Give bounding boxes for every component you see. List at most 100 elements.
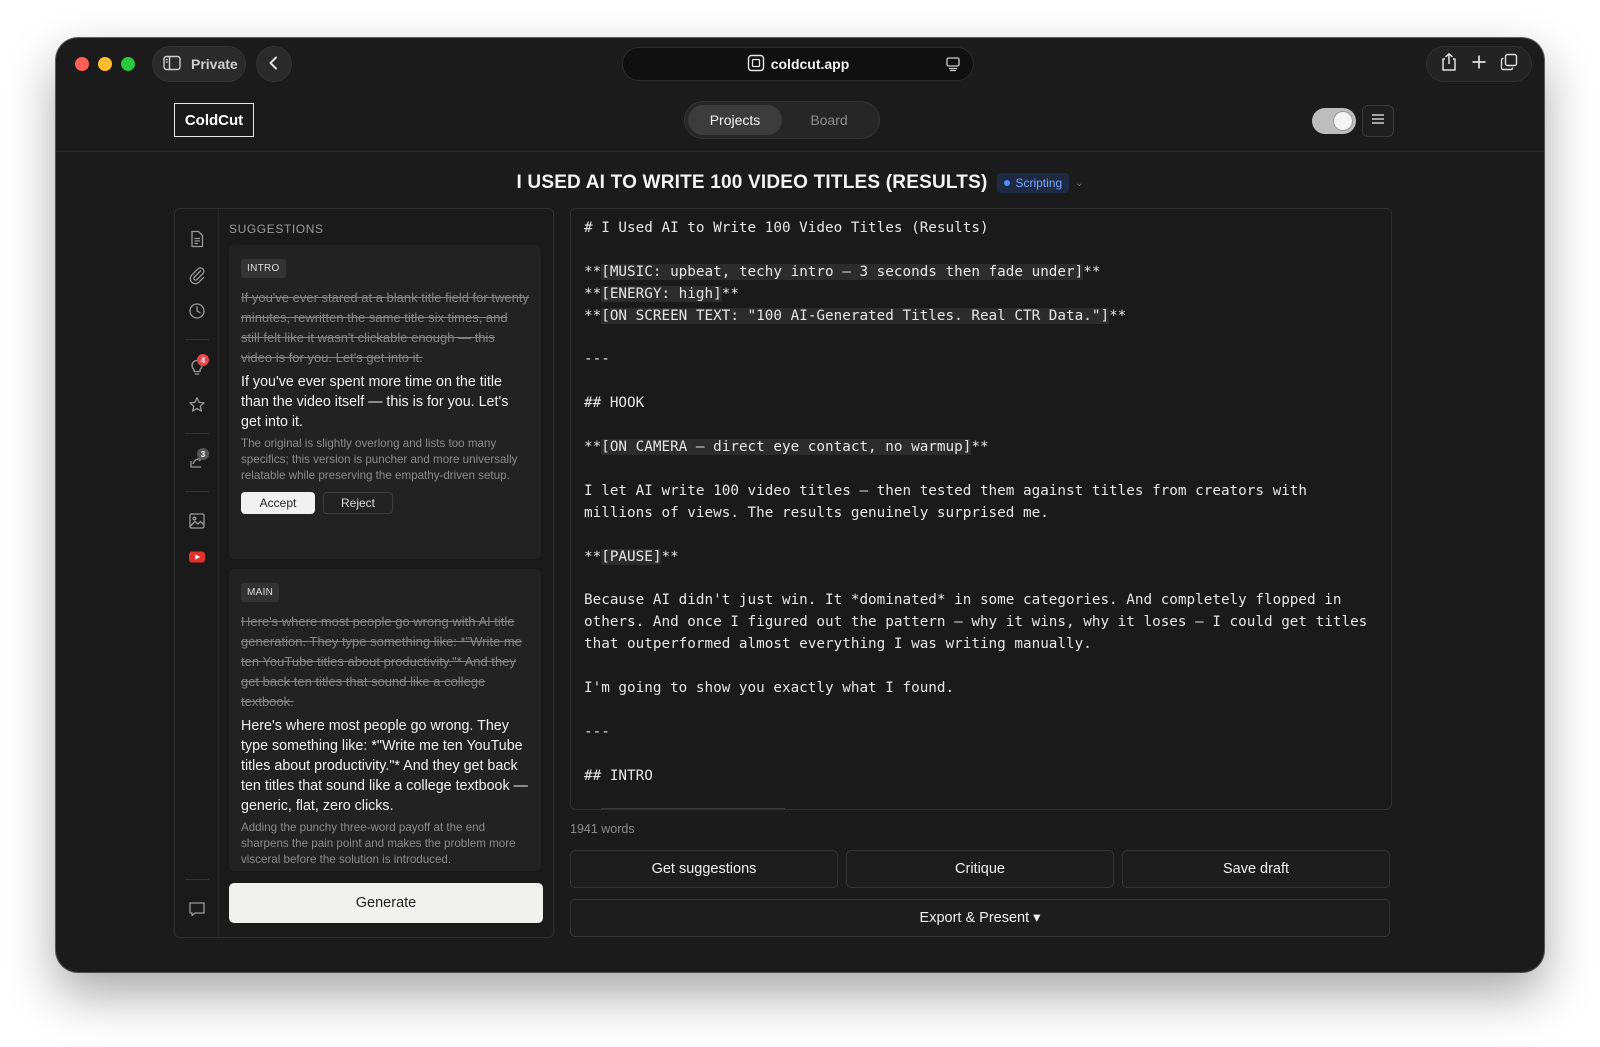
tool-rail: 4 3: [175, 209, 219, 937]
rail-divider: [185, 491, 209, 492]
chevron-left-icon: [268, 56, 280, 73]
chevron-down-icon[interactable]: ⌄: [1075, 178, 1083, 189]
toggle-knob: [1333, 111, 1353, 131]
editor-line: millions of views. The results genuinely…: [584, 504, 1049, 521]
app-header: ColdCut Projects Board: [56, 90, 1544, 152]
rail-divider: [185, 433, 209, 434]
share-icon[interactable]: [1440, 52, 1458, 77]
private-label: Private: [191, 56, 238, 72]
sidebar-icon: [163, 55, 181, 74]
theme-toggle[interactable]: [1312, 108, 1356, 134]
zoom-window-button[interactable]: [121, 57, 135, 71]
save-draft-button[interactable]: Save draft: [1122, 850, 1390, 888]
editor-line: Because AI didn't just win. It *dominate…: [584, 592, 1342, 609]
suggested-text: If you've ever spent more time on the ti…: [241, 374, 509, 430]
view-switcher: Projects Board: [684, 101, 880, 139]
share-count-badge: 3: [197, 448, 209, 460]
suggestion-actions: Accept Reject: [241, 492, 529, 514]
editor-line: others. And once I figured out the patte…: [584, 614, 1368, 631]
hamburger-icon: [1371, 112, 1385, 130]
editor-line: I let AI write 100 video titles — then t…: [584, 482, 1308, 499]
tab-board[interactable]: Board: [782, 105, 876, 135]
site-settings-icon[interactable]: [747, 54, 765, 75]
reader-mode-icon[interactable]: [945, 56, 961, 75]
youtube-icon[interactable]: [187, 547, 207, 567]
url-text: coldcut.app: [770, 56, 850, 72]
original-text: Here's where most people go wrong with A…: [241, 614, 522, 709]
browser-actions: [1426, 46, 1532, 82]
script-editor[interactable]: # I Used AI to Write 100 Video Titles (R…: [570, 208, 1392, 810]
status-dot: [1004, 180, 1011, 186]
suggestion-rationale: The original is slightly overlong and li…: [241, 437, 518, 482]
editor-line: ## INTRO: [584, 767, 653, 784]
star-icon[interactable]: [187, 395, 207, 415]
address-bar[interactable]: coldcut.app: [622, 47, 974, 81]
original-text: If you've ever stared at a blank title f…: [241, 290, 529, 365]
editor-line: **[ENERGY: high]**: [584, 285, 739, 302]
tab-projects[interactable]: Projects: [688, 105, 782, 135]
suggestions-list: SUGGESTIONS INTRO If you've ever stared …: [229, 209, 545, 937]
editor-line: ## HOOK: [584, 395, 645, 412]
lightbulb-icon[interactable]: 4: [187, 354, 209, 377]
suggestion-card-main: MAIN Here's where most people go wrong w…: [229, 569, 541, 871]
suggestion-rationale: Adding the punchy three-word payoff at t…: [241, 821, 516, 866]
scroll-hint-line: [601, 808, 785, 809]
suggestions-count-badge: 4: [197, 354, 209, 366]
rail-divider: [185, 339, 209, 340]
editor-line: **[ON SCREEN TEXT: "100 AI-Generated Tit…: [584, 307, 1127, 324]
reject-button[interactable]: Reject: [323, 492, 393, 514]
minimize-window-button[interactable]: [98, 57, 112, 71]
critique-button[interactable]: Critique: [846, 850, 1114, 888]
suggestion-card-intro: INTRO If you've ever stared at a blank t…: [229, 245, 541, 559]
suggested-text: Here's where most people go wrong. They …: [241, 718, 528, 814]
generate-button[interactable]: Generate: [229, 883, 543, 923]
suggestions-heading: SUGGESTIONS: [229, 222, 324, 236]
image-icon[interactable]: [187, 511, 207, 531]
status-badge[interactable]: Scripting: [997, 173, 1070, 193]
editor-line: **[MUSIC: upbeat, techy intro — 3 second…: [584, 263, 1101, 280]
section-tag: INTRO: [241, 259, 286, 278]
rail-divider: [185, 879, 209, 880]
section-tag: MAIN: [241, 583, 280, 602]
editor-line: **[ON CAMERA — direct eye contact, no wa…: [584, 439, 989, 455]
document-title-row: I USED AI TO WRITE 100 VIDEO TITLES (RES…: [56, 168, 1544, 198]
accept-button[interactable]: Accept: [241, 492, 315, 514]
new-tab-icon[interactable]: [1471, 54, 1487, 75]
browser-window: Private coldcut.app ColdCut Projects Boa…: [56, 38, 1544, 972]
editor-line: **[PAUSE]**: [584, 548, 679, 565]
menu-button[interactable]: [1362, 105, 1394, 137]
editor-line: ---: [584, 351, 610, 368]
word-count: 1941 words: [570, 822, 635, 836]
editor-line: that outperformed almost everything I wa…: [584, 636, 1092, 653]
suggestions-panel: 4 3 SUGGESTIONS INTRO If you've ever sta…: [174, 208, 554, 938]
status-label: Scripting: [1015, 176, 1063, 190]
paperclip-icon[interactable]: [187, 265, 207, 285]
share-icon[interactable]: 3: [187, 448, 209, 471]
editor-line: I'm going to show you exactly what I fou…: [584, 679, 955, 696]
app-logo[interactable]: ColdCut: [174, 103, 254, 137]
tab-overview-icon[interactable]: [1500, 53, 1518, 76]
private-sidebar-button[interactable]: Private: [152, 46, 246, 82]
clock-icon[interactable]: [187, 301, 207, 321]
close-window-button[interactable]: [75, 57, 89, 71]
editor-line: ---: [584, 723, 610, 740]
browser-toolbar: Private coldcut.app: [56, 38, 1544, 90]
editor-content[interactable]: # I Used AI to Write 100 Video Titles (R…: [584, 218, 1384, 787]
editor-line: # I Used AI to Write 100 Video Titles (R…: [584, 220, 989, 236]
back-button[interactable]: [256, 46, 292, 82]
page-title[interactable]: I USED AI TO WRITE 100 VIDEO TITLES (RES…: [516, 172, 987, 194]
get-suggestions-button[interactable]: Get suggestions: [570, 850, 838, 888]
comment-icon[interactable]: [187, 899, 207, 919]
document-icon[interactable]: [187, 229, 207, 249]
export-present-button[interactable]: Export & Present ▾: [570, 899, 1390, 937]
